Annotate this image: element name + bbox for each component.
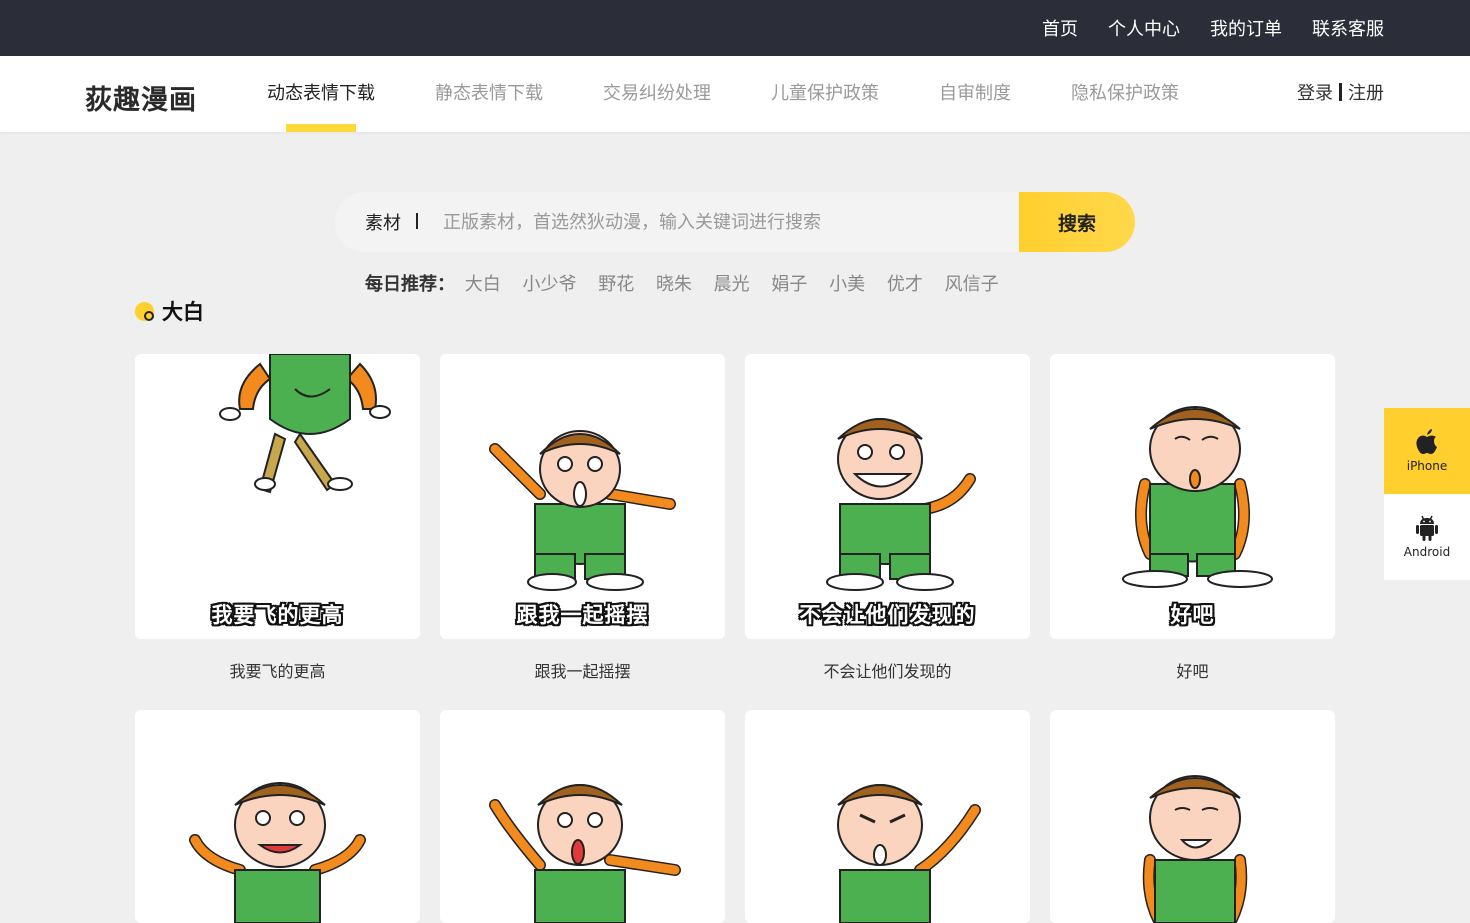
sticker-card[interactable]: 我要飞的更高 <box>135 354 420 639</box>
top-bar: 首页 个人中心 我的订单 联系客服 <box>0 0 1470 56</box>
sticker-title[interactable]: 好吧 <box>1050 658 1335 682</box>
sticker-card[interactable] <box>745 710 1030 923</box>
sticker-title[interactable]: 我要飞的更高 <box>135 658 420 682</box>
recommend-tag[interactable]: 小少爷 <box>522 274 576 295</box>
character-illustration <box>826 418 976 591</box>
site-logo[interactable]: 荻趣漫画 <box>85 78 197 117</box>
login-link[interactable]: 登录 <box>1297 83 1333 104</box>
nav-item-child-protection[interactable]: 儿童保护政策 <box>771 56 879 132</box>
sticker-card[interactable]: 跟我一起摇摆 <box>440 354 725 639</box>
recommend-tag[interactable]: 晓朱 <box>656 274 692 295</box>
character-illustration <box>489 430 676 591</box>
daily-recommend: 每日推荐： 大白 小少爷 野花 晓朱 晨光 娟子 小美 优才 风信子 <box>365 270 1015 296</box>
search-input[interactable] <box>430 192 1019 252</box>
android-download[interactable]: Android <box>1384 494 1470 580</box>
nav-item-privacy[interactable]: 隐私保护政策 <box>1071 56 1179 132</box>
sticker-card[interactable] <box>440 710 725 923</box>
character-illustration <box>1142 775 1248 923</box>
iphone-label: iPhone <box>1406 459 1448 473</box>
sticker-title[interactable]: 不会让他们发现的 <box>745 658 1030 682</box>
sticker-card[interactable]: 好吧 <box>1050 354 1335 639</box>
recommend-tag[interactable]: 大白 <box>465 274 501 295</box>
section-title: 大白 <box>135 296 204 326</box>
search-category[interactable]: 素材 <box>335 209 430 235</box>
search-bar: 素材 搜索 <box>335 192 1135 252</box>
sticker-overlay-text: 跟我一起摇摆 <box>516 603 649 627</box>
recommend-tag[interactable]: 娟子 <box>771 274 807 295</box>
iphone-download[interactable]: iPhone <box>1384 408 1470 494</box>
auth-links: 登录 注册 <box>1297 56 1384 132</box>
recommend-tag[interactable]: 风信子 <box>945 274 999 295</box>
nav-item-self-review[interactable]: 自审制度 <box>939 56 1011 132</box>
recommend-label: 每日推荐： <box>365 274 455 295</box>
sticker-overlay-text: 不会让他们发现的 <box>799 603 976 627</box>
sticker-overlay-text: 好吧 <box>1170 603 1215 627</box>
recommend-tag[interactable]: 小美 <box>829 274 865 295</box>
character-illustration <box>189 782 366 923</box>
character-illustration <box>837 784 981 923</box>
apple-icon <box>1416 429 1437 455</box>
recommend-tag[interactable]: 野花 <box>598 274 634 295</box>
recommend-tag[interactable]: 晨光 <box>714 274 750 295</box>
recommend-tag[interactable]: 优才 <box>887 274 923 295</box>
top-link-support[interactable]: 联系客服 <box>1312 15 1384 41</box>
search-button[interactable]: 搜索 <box>1019 192 1135 252</box>
nav-item-dynamic-emoji[interactable]: 动态表情下载 <box>267 56 375 132</box>
nav-item-dispute[interactable]: 交易纠纷处理 <box>603 56 711 132</box>
auth-divider <box>1339 83 1342 101</box>
character-illustration <box>489 784 681 923</box>
top-link-orders[interactable]: 我的订单 <box>1210 15 1282 41</box>
main-nav: 荻趣漫画 动态表情下载 静态表情下载 交易纠纷处理 儿童保护政策 自审制度 隐私… <box>0 56 1470 132</box>
character-illustration <box>219 354 391 494</box>
top-link-profile[interactable]: 个人中心 <box>1108 15 1180 41</box>
sticker-card[interactable] <box>1050 710 1335 923</box>
android-icon <box>1416 515 1438 541</box>
sticker-overlay-text: 我要飞的更高 <box>211 603 344 627</box>
top-link-home[interactable]: 首页 <box>1042 15 1078 41</box>
nav-item-static-emoji[interactable]: 静态表情下载 <box>435 56 543 132</box>
android-label: Android <box>1403 545 1451 559</box>
register-link[interactable]: 注册 <box>1348 83 1384 104</box>
section-dot-icon <box>135 301 154 321</box>
character-illustration <box>1122 406 1273 588</box>
sticker-card[interactable] <box>135 710 420 923</box>
section-title-text: 大白 <box>162 300 204 324</box>
sticker-title[interactable]: 跟我一起摇摆 <box>440 658 725 682</box>
sticker-card[interactable]: 不会让他们发现的 <box>745 354 1030 639</box>
